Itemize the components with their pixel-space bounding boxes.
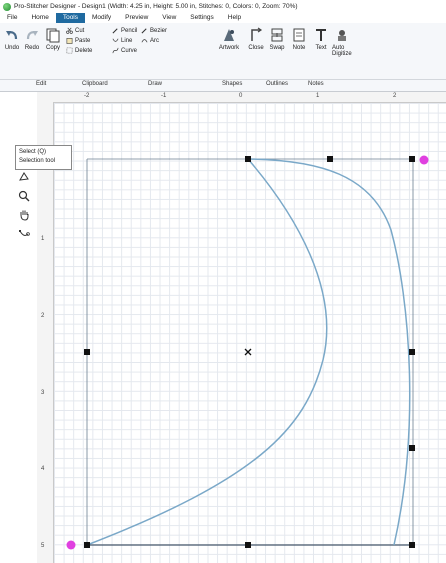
start-point-marker[interactable]	[419, 155, 429, 165]
selection-handle[interactable]	[409, 349, 415, 355]
inner-curve[interactable]	[86, 158, 328, 546]
selection-handle[interactable]	[409, 445, 415, 451]
end-point-marker[interactable]	[66, 540, 76, 550]
design-drawing	[66, 155, 429, 550]
selection-handle[interactable]	[245, 156, 251, 162]
outer-curve[interactable]	[247, 158, 411, 546]
selection-handle[interactable]	[245, 542, 251, 548]
selection-handle[interactable]	[327, 156, 333, 162]
tooltip-description: Selection tool	[19, 158, 56, 164]
selection-handle[interactable]	[409, 542, 415, 548]
center-marker-icon[interactable]	[244, 348, 252, 356]
selection-handle[interactable]	[409, 156, 415, 162]
selection-handle[interactable]	[84, 542, 90, 548]
select-tooltip: Select (Q) Selection tool	[15, 145, 72, 170]
tooltip-title: Select (Q)	[19, 149, 47, 155]
selection-handle[interactable]	[84, 349, 90, 355]
